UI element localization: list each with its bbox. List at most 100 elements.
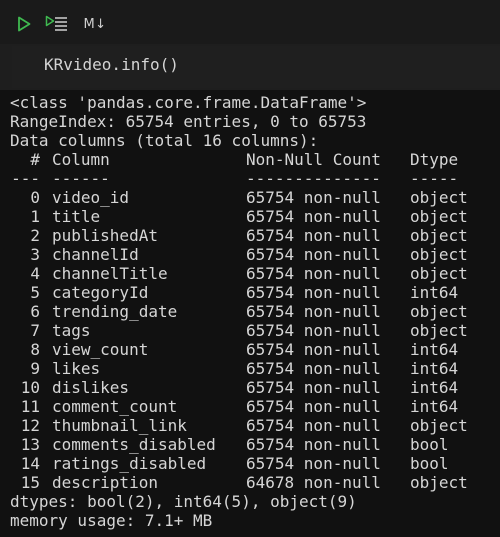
row-index: 14 [20, 454, 40, 473]
table-row: 1 title 65754 non-null object [0, 207, 500, 226]
code-editor[interactable]: KRvideo.info() [12, 46, 500, 88]
table-row: 8 view_count 65754 non-null int64 [0, 340, 500, 359]
run-cell-button[interactable] [14, 14, 34, 34]
run-below-icon [45, 15, 67, 31]
separator-idx: --- [11, 169, 40, 188]
row-column-name: view_count [52, 340, 149, 359]
header-dtype: Dtype [410, 150, 459, 169]
row-dtype: int64 [410, 283, 459, 302]
data-columns-line: Data columns (total 16 columns): [10, 131, 319, 150]
row-dtype: object [410, 473, 468, 492]
cell-toolbar: M↓ [0, 0, 500, 44]
row-column-name: categoryId [52, 283, 149, 302]
row-index: 10 [20, 378, 40, 397]
row-dtype: object [410, 226, 468, 245]
header-idx: # [30, 150, 40, 169]
separator-count: -------------- [246, 169, 381, 188]
row-index: 5 [30, 283, 40, 302]
table-row: 13 comments_disabled 65754 non-null bool [0, 435, 500, 454]
separator-dtype: ----- [410, 169, 459, 188]
table-row: 12 thumbnail_link 65754 non-null object [0, 416, 500, 435]
row-column-name: title [52, 207, 101, 226]
header-count: Non-Null Count [246, 150, 381, 169]
row-index: 9 [30, 359, 40, 378]
row-column-name: publishedAt [52, 226, 158, 245]
row-index: 13 [20, 435, 40, 454]
row-index: 1 [30, 207, 40, 226]
row-dtype: int64 [410, 340, 459, 359]
row-column-name: comment_count [52, 397, 178, 416]
table-row: 9 likes 65754 non-null int64 [0, 359, 500, 378]
table-row: 15 description 64678 non-null object [0, 473, 500, 492]
play-triangle-icon [18, 16, 31, 32]
table-row: 10 dislikes 65754 non-null int64 [0, 378, 500, 397]
markdown-toggle-button[interactable]: M↓ [80, 14, 110, 34]
row-dtype: int64 [410, 397, 459, 416]
table-row: 11 comment_count 65754 non-null int64 [0, 397, 500, 416]
row-column-name: tags [52, 321, 91, 340]
table-row: 14 ratings_disabled 65754 non-null bool [0, 454, 500, 473]
row-dtype: bool [410, 454, 449, 473]
row-index: 0 [30, 188, 40, 207]
cell-output: <class 'pandas.core.frame.DataFrame'> Ra… [0, 90, 500, 537]
run-below-button[interactable] [44, 14, 70, 34]
row-dtype: object [410, 264, 468, 283]
separator-column: ------ [52, 169, 110, 188]
markdown-label: M↓ [83, 16, 107, 32]
row-column-name: channelTitle [52, 264, 168, 283]
row-non-null-count: 65754 non-null [246, 454, 381, 473]
table-row: 7 tags 65754 non-null object [0, 321, 500, 340]
class-line: <class 'pandas.core.frame.DataFrame'> [10, 93, 367, 112]
table-row: 0 video_id 65754 non-null object [0, 188, 500, 207]
header-column: Column [52, 150, 110, 169]
row-dtype: bool [410, 435, 449, 454]
row-non-null-count: 65754 non-null [246, 188, 381, 207]
table-row: 2 publishedAt 65754 non-null object [0, 226, 500, 245]
row-column-name: dislikes [52, 378, 130, 397]
row-index: 11 [20, 397, 40, 416]
row-non-null-count: 65754 non-null [246, 397, 381, 416]
row-index: 2 [30, 226, 40, 245]
row-non-null-count: 64678 non-null [246, 473, 381, 492]
row-non-null-count: 65754 non-null [246, 302, 381, 321]
row-non-null-count: 65754 non-null [246, 359, 381, 378]
table-row: 3 channelId 65754 non-null object [0, 245, 500, 264]
row-dtype: object [410, 245, 468, 264]
row-non-null-count: 65754 non-null [246, 435, 381, 454]
row-dtype: int64 [410, 359, 459, 378]
row-non-null-count: 65754 non-null [246, 416, 381, 435]
row-column-name: trending_date [52, 302, 178, 321]
row-column-name: comments_disabled [52, 435, 216, 454]
row-non-null-count: 65754 non-null [246, 245, 381, 264]
table-row: 6 trending_date 65754 non-null object [0, 302, 500, 321]
table-header: # Column Non-Null Count Dtype [0, 150, 500, 169]
row-dtype: object [410, 207, 468, 226]
row-dtype: object [410, 321, 468, 340]
row-non-null-count: 65754 non-null [246, 283, 381, 302]
row-index: 7 [30, 321, 40, 340]
row-index: 4 [30, 264, 40, 283]
row-dtype: object [410, 416, 468, 435]
row-dtype: object [410, 302, 468, 321]
table-row: 5 categoryId 65754 non-null int64 [0, 283, 500, 302]
row-column-name: likes [52, 359, 101, 378]
row-dtype: object [410, 188, 468, 207]
row-index: 8 [30, 340, 40, 359]
row-dtype: int64 [410, 378, 459, 397]
row-non-null-count: 65754 non-null [246, 321, 381, 340]
notebook-cell[interactable]: M↓ KRvideo.info() [0, 0, 500, 90]
row-non-null-count: 65754 non-null [246, 207, 381, 226]
row-non-null-count: 65754 non-null [246, 264, 381, 283]
row-non-null-count: 65754 non-null [246, 340, 381, 359]
row-column-name: channelId [52, 245, 139, 264]
row-column-name: ratings_disabled [52, 454, 207, 473]
table-row: 4 channelTitle 65754 non-null object [0, 264, 500, 283]
row-index: 15 [20, 473, 40, 492]
row-index: 12 [20, 416, 40, 435]
table-separator: --- ------ -------------- ----- [0, 169, 500, 188]
range-index-line: RangeIndex: 65754 entries, 0 to 65753 [10, 112, 367, 131]
row-index: 6 [30, 302, 40, 321]
code-line: KRvideo.info() [44, 55, 179, 74]
dtypes-line: dtypes: bool(2), int64(5), object(9) [10, 492, 357, 511]
row-non-null-count: 65754 non-null [246, 226, 381, 245]
